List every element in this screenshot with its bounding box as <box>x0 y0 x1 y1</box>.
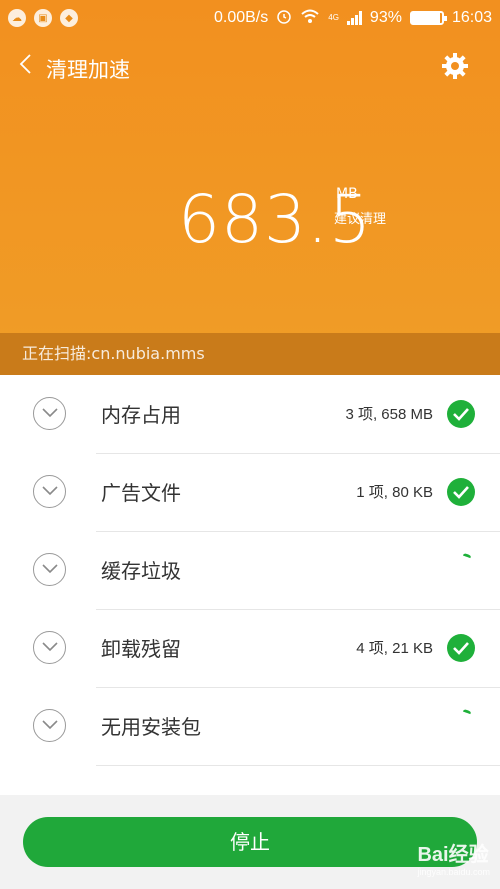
list-item[interactable]: 无用安装包 <box>0 687 500 766</box>
item-label: 内存占用 <box>101 403 181 427</box>
scan-category-list: 内存占用 3 项, 658 MB 广告文件 1 项, 80 KB 缓存垃圾 卸载… <box>0 375 500 795</box>
item-label: 广告文件 <box>101 481 181 505</box>
chevron-down-icon[interactable] <box>33 631 66 664</box>
status-left-icons: ☁ ▣ ◆ <box>8 9 78 27</box>
chevron-left-icon[interactable] <box>18 52 34 83</box>
list-item[interactable]: 广告文件 1 项, 80 KB <box>0 453 500 532</box>
stop-button[interactable]: 停止 <box>23 817 477 867</box>
network-type: 4G <box>328 13 339 22</box>
chevron-down-icon[interactable] <box>33 709 66 742</box>
alarm-icon <box>276 8 292 28</box>
clock: 16:03 <box>451 9 492 26</box>
page-title: 清理加速 <box>46 58 130 82</box>
signal-icon <box>346 11 362 25</box>
check-icon <box>447 478 475 506</box>
notification-icon: ◆ <box>60 9 78 27</box>
check-icon <box>447 400 475 428</box>
status-right: 0.00B/s 4G 93% 16:03 <box>214 8 492 28</box>
list-item[interactable]: 内存占用 3 项, 658 MB <box>0 375 500 454</box>
watermark-subtext: jingyan.baidu.com <box>417 867 490 877</box>
watermark-logo: Bai经验 jingyan.baidu.com <box>417 838 490 877</box>
junk-amount: 683.5 MB 建议清理 <box>0 180 500 260</box>
item-info: 4 项, 21 KB <box>356 640 433 657</box>
chevron-down-icon[interactable] <box>33 397 66 430</box>
item-label: 卸载残留 <box>101 637 181 661</box>
title-bar: 清理加速 <box>0 44 500 92</box>
cloud-icon: ☁ <box>8 9 26 27</box>
item-label: 无用安装包 <box>101 715 201 739</box>
check-icon <box>447 634 475 662</box>
watermark-text: Bai经验 <box>417 844 489 866</box>
image-icon: ▣ <box>34 9 52 27</box>
loading-spinner-icon <box>462 552 472 560</box>
chevron-down-icon[interactable] <box>33 553 66 586</box>
battery-percent: 93% <box>369 9 402 26</box>
scan-status-bar: 正在扫描:cn.nubia.mms <box>0 333 500 375</box>
list-item[interactable]: 缓存垃圾 <box>0 531 500 610</box>
status-bar: ☁ ▣ ◆ 0.00B/s 4G 93% 16:03 <box>0 0 500 36</box>
wifi-icon <box>300 8 320 28</box>
junk-size-unit: MB <box>336 186 358 202</box>
list-item[interactable]: 卸载残留 4 项, 21 KB <box>0 609 500 688</box>
junk-caption: 建议清理 <box>334 212 387 227</box>
loading-spinner-icon <box>462 708 472 716</box>
item-label: 缓存垃圾 <box>101 559 181 583</box>
battery-icon <box>409 11 447 25</box>
header-panel: ☁ ▣ ◆ 0.00B/s 4G 93% 16:03 清理加速 683.5 MB… <box>0 0 500 375</box>
scan-status-text: 正在扫描:cn.nubia.mms <box>22 344 205 363</box>
net-speed: 0.00B/s <box>213 9 269 26</box>
gear-icon[interactable] <box>440 51 470 81</box>
item-info: 3 项, 658 MB <box>345 406 433 423</box>
battery-level-fill <box>411 13 440 23</box>
chevron-down-icon[interactable] <box>33 475 66 508</box>
item-info: 1 项, 80 KB <box>356 484 433 501</box>
